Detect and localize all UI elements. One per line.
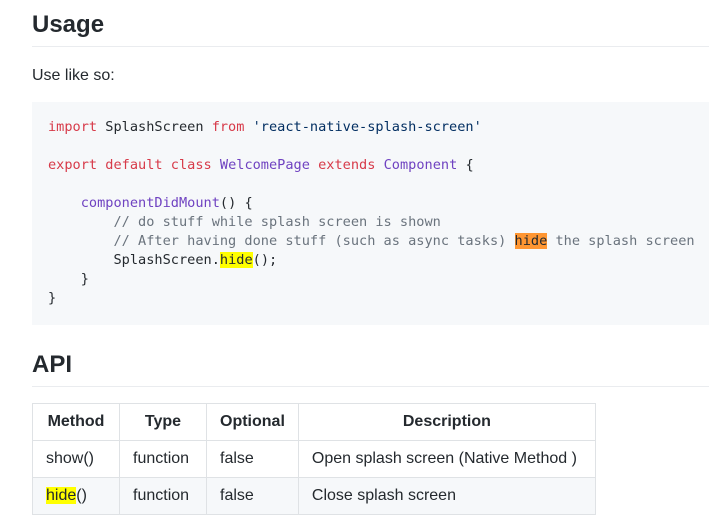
code-line-5: componentDidMount() { bbox=[48, 194, 695, 213]
type-cell: function bbox=[119, 477, 207, 515]
code-keyword: extends bbox=[318, 157, 376, 173]
description-cell: Close splash screen bbox=[297, 477, 596, 515]
code-identifier: SplashScreen. bbox=[113, 252, 220, 268]
code-parent-class: Component bbox=[383, 157, 458, 173]
code-line-7: // After having done stuff (such as asyn… bbox=[48, 232, 695, 251]
code-string: 'react-native-splash-screen' bbox=[252, 119, 482, 135]
search-highlight: hide bbox=[219, 252, 253, 268]
usage-heading-divider bbox=[32, 46, 709, 47]
code-line-1: import SplashScreen from 'react-native-s… bbox=[48, 118, 695, 137]
code-line-10: } bbox=[48, 289, 695, 308]
column-header-optional: Optional bbox=[206, 403, 299, 441]
optional-cell: false bbox=[206, 477, 299, 515]
code-comment: the splash screen bbox=[547, 233, 695, 249]
column-header-type: Type bbox=[119, 403, 207, 441]
method-cell: show() bbox=[32, 440, 120, 478]
code-brace: { bbox=[465, 157, 474, 173]
code-comment: // do stuff while splash screen is shown bbox=[113, 214, 441, 230]
method-suffix: () bbox=[76, 487, 87, 504]
code-punctuation: (); bbox=[252, 252, 278, 268]
description-cell: Open splash screen (Native Method ) bbox=[297, 440, 596, 478]
code-keyword: export bbox=[48, 157, 98, 173]
code-content: import SplashScreen from 'react-native-s… bbox=[48, 118, 695, 308]
column-header-method: Method bbox=[32, 403, 120, 441]
column-header-description: Description bbox=[297, 403, 596, 441]
code-punctuation: () { bbox=[219, 195, 253, 211]
table-header-row: Method Type Optional Description bbox=[32, 403, 596, 441]
api-heading-divider bbox=[32, 386, 709, 387]
search-highlight-current: hide bbox=[514, 233, 548, 249]
code-line-3: export default class WelcomePage extends… bbox=[48, 156, 695, 175]
search-highlight: hide bbox=[46, 487, 77, 504]
code-line-8: SplashScreen.hide(); bbox=[48, 251, 695, 270]
code-comment: // After having done stuff (such as asyn… bbox=[113, 233, 515, 249]
code-keyword: import bbox=[48, 119, 98, 135]
code-keyword: default bbox=[105, 157, 163, 173]
type-cell: function bbox=[119, 440, 207, 478]
api-heading: API bbox=[32, 351, 73, 378]
code-class-name: WelcomePage bbox=[219, 157, 310, 173]
code-identifier: SplashScreen bbox=[97, 119, 212, 135]
usage-intro-text: Use like so: bbox=[32, 67, 115, 84]
api-table: Method Type Optional Description show() … bbox=[32, 403, 596, 515]
readme-page: Usage Use like so: import SplashScreen f… bbox=[0, 0, 709, 524]
code-block[interactable]: import SplashScreen from 'react-native-s… bbox=[32, 102, 709, 325]
method-cell: hide() bbox=[32, 477, 120, 515]
code-brace: } bbox=[80, 271, 89, 287]
code-line-9: } bbox=[48, 270, 695, 289]
usage-heading: Usage bbox=[32, 11, 105, 38]
code-method-name: componentDidMount bbox=[80, 195, 220, 211]
code-keyword: class bbox=[170, 157, 212, 173]
optional-cell: false bbox=[206, 440, 299, 478]
table-row: hide() function false Close splash scree… bbox=[32, 477, 596, 515]
code-keyword: from bbox=[211, 119, 245, 135]
code-line-6: // do stuff while splash screen is shown bbox=[48, 213, 695, 232]
code-brace: } bbox=[48, 290, 57, 306]
table-row: show() function false Open splash screen… bbox=[32, 440, 596, 478]
